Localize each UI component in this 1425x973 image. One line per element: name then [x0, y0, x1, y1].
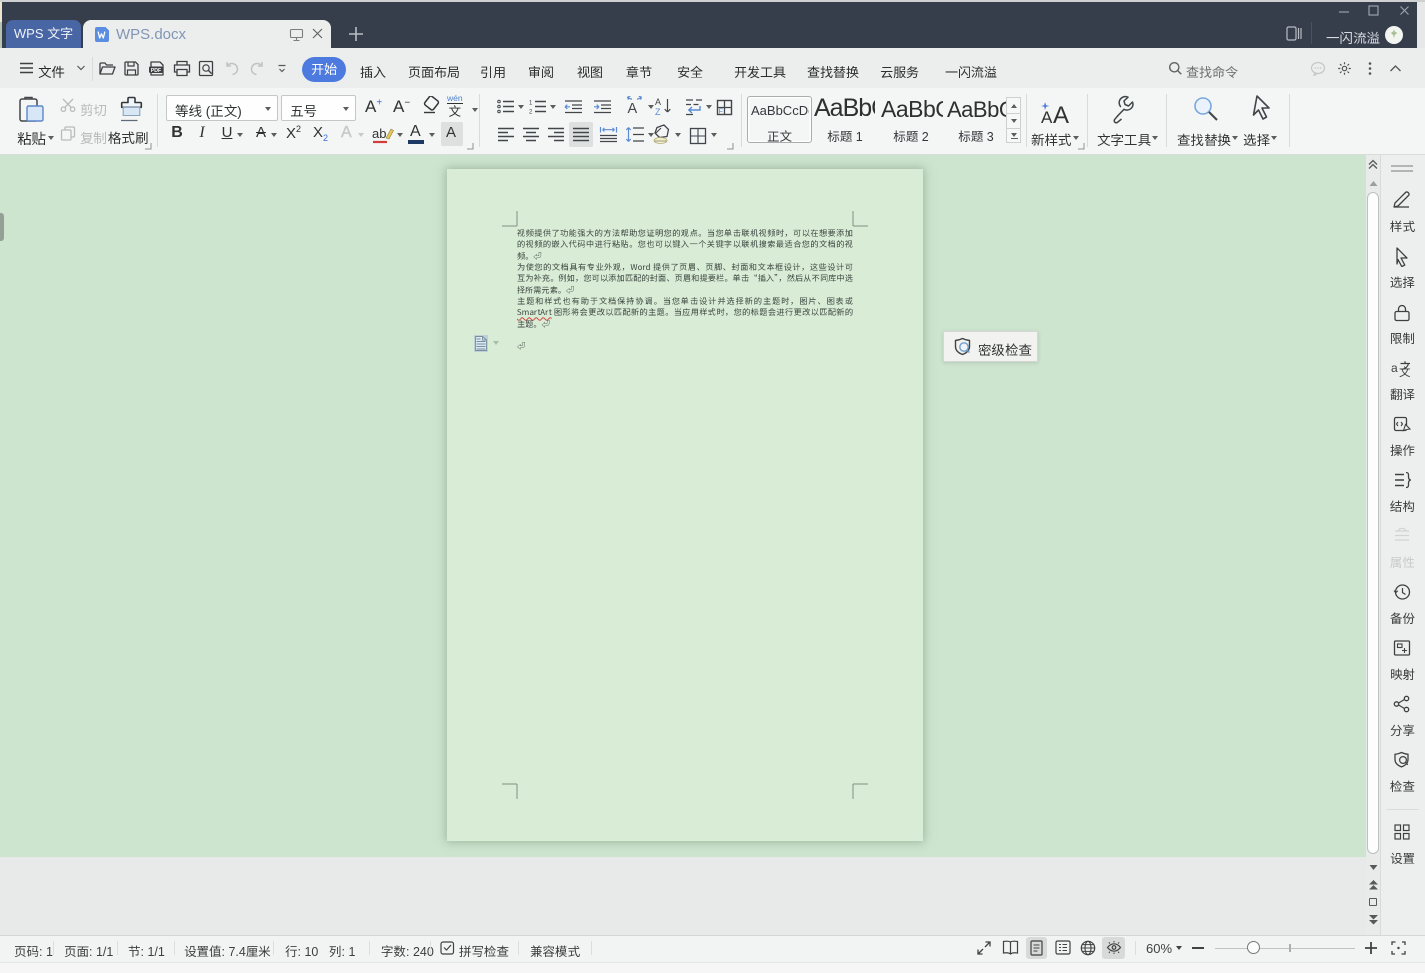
- svg-text:ab: ab: [372, 126, 386, 141]
- svg-text:A: A: [1041, 108, 1053, 126]
- svg-text:2: 2: [529, 110, 533, 115]
- svg-text:F: F: [719, 107, 724, 116]
- svg-text:A: A: [655, 97, 661, 107]
- svg-text:A: A: [1053, 102, 1069, 126]
- svg-text:文: 文: [1399, 364, 1411, 378]
- svg-text:a: a: [1391, 361, 1398, 375]
- svg-text:Z: Z: [655, 107, 661, 116]
- svg-text:PDF: PDF: [151, 68, 161, 74]
- svg-text:1: 1: [529, 101, 533, 107]
- svg-text:A: A: [628, 101, 638, 116]
